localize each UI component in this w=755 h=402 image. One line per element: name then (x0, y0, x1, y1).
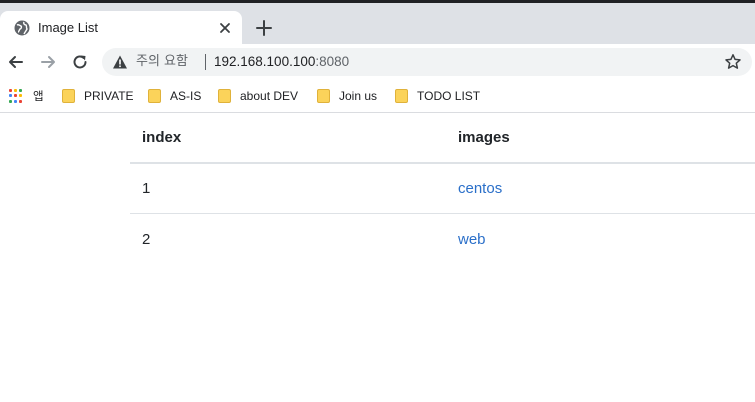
omnibox-divider (205, 54, 206, 70)
bookmarks-bar: 앱 PRIVATE AS-IS about DEV Join us TODO L… (0, 81, 755, 112)
address-bar[interactable]: 주의 요함 192.168.100.100:8080 (102, 48, 752, 76)
bookmark-item[interactable]: TODO LIST (395, 87, 480, 105)
plus-icon[interactable] (254, 18, 274, 38)
image-link-web[interactable]: web (458, 231, 486, 248)
folder-icon (395, 89, 408, 103)
url-port: :8080 (315, 54, 350, 69)
url-host: 192.168.100.100 (214, 54, 316, 69)
table-header-row: index images (130, 113, 755, 164)
star-icon[interactable] (724, 53, 742, 71)
folder-icon (62, 89, 75, 103)
bookmark-item[interactable]: about DEV (218, 87, 298, 105)
bookmark-item[interactable]: PRIVATE (62, 87, 134, 105)
folder-icon (218, 89, 231, 103)
bookmark-label: AS-IS (170, 89, 202, 103)
reload-icon[interactable] (71, 53, 89, 71)
globe-icon (14, 20, 30, 36)
table-row: 1 centos (130, 164, 755, 214)
close-icon[interactable] (216, 19, 234, 37)
row-image-cell: web (458, 214, 486, 264)
row-index: 1 (142, 180, 151, 197)
row-image-cell: centos (458, 164, 502, 213)
header-images: images (458, 129, 510, 146)
apps-grid-icon (9, 89, 23, 103)
security-warning-label[interactable]: 주의 요함 (136, 54, 188, 70)
table-row: 2 web (130, 214, 755, 264)
bookmark-label: TODO LIST (417, 89, 481, 103)
url-text[interactable]: 192.168.100.100:8080 (214, 54, 349, 70)
forward-arrow-icon[interactable] (39, 53, 57, 71)
header-index: index (142, 129, 182, 146)
back-arrow-icon[interactable] (7, 53, 25, 71)
folder-icon (148, 89, 161, 103)
image-link-centos[interactable]: centos (458, 180, 502, 197)
tab-strip: Image List (0, 3, 755, 44)
tab-image-list[interactable]: Image List (0, 11, 242, 44)
bookmark-label: PRIVATE (84, 89, 134, 103)
row-index: 2 (142, 230, 151, 248)
bookmark-apps-label: 앱 (33, 89, 44, 103)
browser-toolbar: 주의 요함 192.168.100.100:8080 (0, 44, 755, 81)
bookmark-item[interactable]: Join us (317, 87, 377, 105)
bookmark-label: Join us (339, 89, 378, 103)
bookmark-apps[interactable]: 앱 (9, 87, 44, 105)
bookmark-label: about DEV (240, 89, 299, 103)
image-list-table: index images 1 centos 2 web (130, 113, 755, 264)
folder-icon (317, 89, 330, 103)
warning-icon[interactable] (112, 54, 128, 70)
bookmark-item[interactable]: AS-IS (148, 87, 201, 105)
tab-title: Image List (38, 20, 98, 35)
